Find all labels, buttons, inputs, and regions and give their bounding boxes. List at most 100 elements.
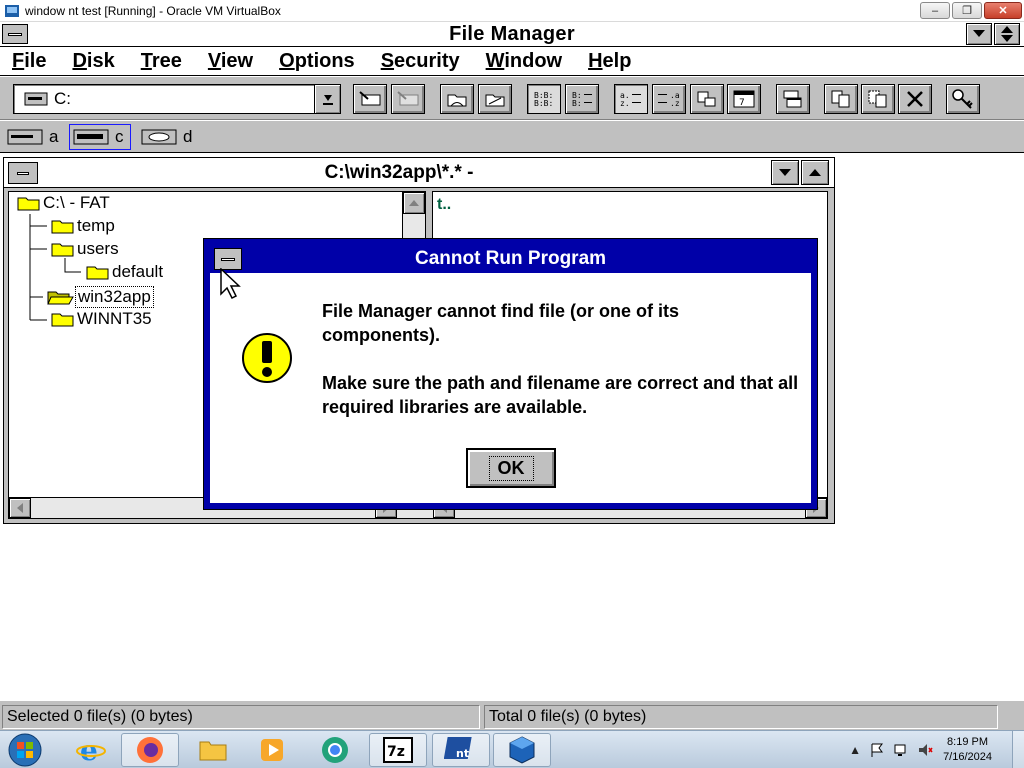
- parent-directory-entry[interactable]: t..: [437, 196, 451, 214]
- menu-view[interactable]: View: [208, 50, 253, 73]
- start-button[interactable]: [3, 733, 47, 767]
- hard-drive-icon: [72, 127, 110, 147]
- taskbar-media-player[interactable]: [243, 733, 301, 767]
- drive-c[interactable]: c: [69, 124, 131, 150]
- network-icon[interactable]: [893, 742, 909, 758]
- stop-sharing-button[interactable]: [478, 84, 512, 114]
- show-desktop-button[interactable]: [1012, 731, 1024, 768]
- volume-muted-icon[interactable]: [917, 742, 933, 758]
- tree-item-default[interactable]: default: [86, 262, 165, 282]
- tree-item-root[interactable]: C:\ - FAT: [17, 193, 112, 213]
- sort-size-icon: [697, 91, 716, 107]
- floppy-drive-icon: [6, 127, 44, 147]
- move-icon: [868, 90, 887, 108]
- taskbar-internet-explorer[interactable]: e: [62, 733, 120, 767]
- permissions-button[interactable]: [946, 84, 980, 114]
- drive-select-value: C:: [54, 89, 71, 108]
- disconnect-network-drive-button[interactable]: [391, 84, 425, 114]
- status-selected: Selected 0 file(s) (0 bytes): [2, 705, 480, 729]
- sort-type-icon: .a.z: [658, 91, 680, 108]
- taskbar-7zip[interactable]: 7z: [369, 733, 427, 767]
- delete-button[interactable]: [898, 84, 932, 114]
- key-icon: [952, 89, 973, 109]
- virtualbox-icon: [509, 736, 535, 764]
- folder-icon: [51, 243, 74, 257]
- menu-window[interactable]: Window: [486, 50, 562, 73]
- connect-network-drive-button[interactable]: [353, 84, 387, 114]
- share-folder-icon: [447, 94, 467, 107]
- folder-icon: [51, 220, 74, 234]
- clock-time: 8:19 PM: [947, 736, 989, 748]
- tree-item-win32app[interactable]: win32app: [47, 286, 154, 308]
- host-close-button[interactable]: ✕: [984, 2, 1022, 19]
- copy-button[interactable]: [824, 84, 858, 114]
- sort-by-size-button[interactable]: [690, 84, 724, 114]
- delete-x-icon: [907, 91, 923, 107]
- sort-by-date-button[interactable]: 7: [727, 84, 761, 114]
- menu-file[interactable]: File: [12, 50, 46, 73]
- dialog-message: File Manager cannot find file (or one of…: [322, 299, 802, 443]
- app-system-menu-button[interactable]: [2, 24, 28, 44]
- disconnect-drive-icon: [397, 91, 419, 106]
- menu-disk[interactable]: Disk: [72, 50, 114, 73]
- directory-window-minimize[interactable]: [771, 160, 799, 185]
- dialog-system-menu[interactable]: [214, 248, 242, 270]
- app-title: File Manager: [449, 22, 575, 45]
- menu-tree[interactable]: Tree: [141, 50, 182, 73]
- host-minimize-button[interactable]: ‒: [920, 2, 950, 19]
- drive-d[interactable]: d: [140, 124, 192, 150]
- windows-nt-icon: nt: [444, 737, 472, 760]
- svg-text:7: 7: [739, 98, 745, 108]
- drive-a[interactable]: a: [6, 124, 58, 150]
- menu-options[interactable]: Options: [279, 50, 355, 73]
- folder-icon: [86, 266, 109, 280]
- sort-name-icon: a.z.: [620, 91, 641, 108]
- host-titlebar: window nt test [Running] - Oracle VM Vir…: [0, 0, 1024, 22]
- folder-icon: [51, 313, 74, 327]
- taskbar-file-explorer[interactable]: [184, 733, 242, 767]
- clock[interactable]: 8:19 PM 7/16/2024: [943, 735, 992, 765]
- scroll-left-button[interactable]: [9, 498, 31, 518]
- sort-by-type-button[interactable]: .a .z: [652, 84, 686, 114]
- status-bar: Selected 0 file(s) (0 bytes) Total 0 fil…: [0, 700, 1024, 730]
- directory-window-system-menu[interactable]: [8, 162, 38, 184]
- sort-by-name-button[interactable]: a. z.: [614, 84, 648, 114]
- app-titlebar: File Manager: [0, 22, 1024, 47]
- tray-expand-icon[interactable]: ▲: [849, 743, 861, 757]
- tree-item-users[interactable]: users: [51, 239, 121, 259]
- virtualbox-icon: [5, 4, 19, 17]
- tree-item-label: win32app: [75, 286, 154, 308]
- cdrom-drive-icon: [140, 127, 178, 147]
- directory-window-maximize[interactable]: [801, 160, 829, 185]
- warning-exclamation-icon: [242, 333, 292, 383]
- view-details-button[interactable]: B: B:: [565, 84, 599, 114]
- toolbar: C: B:B: B:B: B: B: a. z. .a .z 7: [0, 77, 1024, 120]
- virtualbox-window: window nt test [Running] - Oracle VM Vir…: [0, 0, 1024, 768]
- dialog-title: Cannot Run Program: [414, 248, 607, 269]
- calendar-icon: 7: [733, 90, 755, 108]
- menu-help[interactable]: Help: [588, 50, 631, 73]
- host-restore-button[interactable]: ❐: [952, 2, 982, 19]
- svg-text:nt: nt: [456, 747, 469, 760]
- share-as-button[interactable]: [440, 84, 474, 114]
- tree-item-winnt35[interactable]: WINNT35: [51, 309, 154, 329]
- stop-share-folder-icon: [485, 94, 505, 107]
- drive-select-arrow[interactable]: [314, 85, 340, 113]
- directory-window-titlebar: C:\win32app\*.* -: [4, 158, 834, 188]
- chrome-icon: [322, 737, 348, 763]
- scroll-up-button[interactable]: [403, 192, 425, 214]
- ok-button[interactable]: OK: [466, 448, 556, 488]
- new-window-button[interactable]: [776, 84, 810, 114]
- app-minimize-button[interactable]: [966, 23, 992, 45]
- drive-select[interactable]: C:: [13, 84, 341, 114]
- app-restore-button[interactable]: [994, 23, 1020, 45]
- action-center-flag-icon[interactable]: [869, 742, 885, 758]
- taskbar-chrome[interactable]: [306, 733, 364, 767]
- tree-item-temp[interactable]: temp: [51, 216, 117, 236]
- view-list-button[interactable]: B:B: B:B:: [527, 84, 561, 114]
- move-button[interactable]: [861, 84, 895, 114]
- taskbar-virtualbox[interactable]: [493, 733, 551, 767]
- taskbar-firefox[interactable]: [121, 733, 179, 767]
- menu-security[interactable]: Security: [381, 50, 460, 73]
- taskbar-windows-nt[interactable]: nt: [432, 733, 490, 767]
